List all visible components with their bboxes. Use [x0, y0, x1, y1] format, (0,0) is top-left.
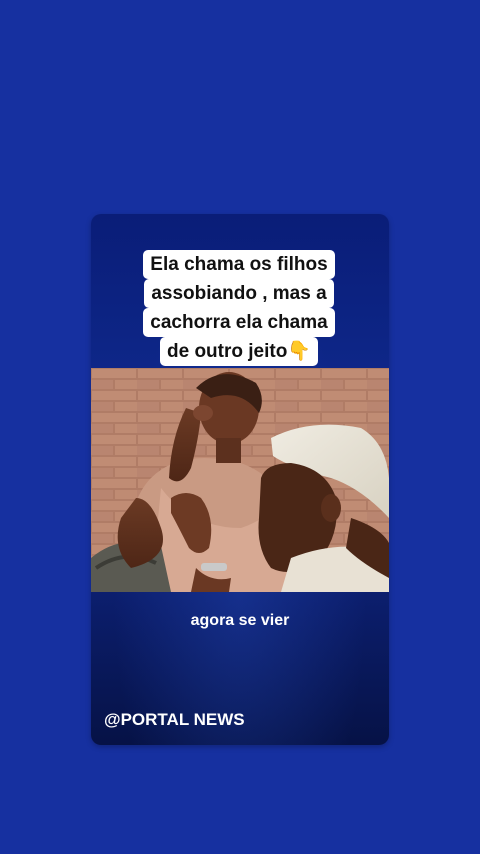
caption-line-3: cachorra ela chama: [143, 308, 335, 337]
caption: Ela chama os filhos assobiando , mas a c…: [139, 250, 339, 366]
video-frame[interactable]: [91, 368, 389, 592]
caption-line-1: Ela chama os filhos: [143, 250, 335, 279]
caption-line-4: de outro jeito👇: [160, 337, 318, 366]
caption-line-2: assobiando , mas a: [144, 279, 334, 308]
video-subtitle: agora se vier: [190, 612, 290, 629]
post-card[interactable]: Ela chama os filhos assobiando , mas a c…: [91, 214, 389, 745]
watermark-handle: @PORTAL NEWS: [104, 710, 245, 729]
video-frame-image: [91, 368, 389, 592]
